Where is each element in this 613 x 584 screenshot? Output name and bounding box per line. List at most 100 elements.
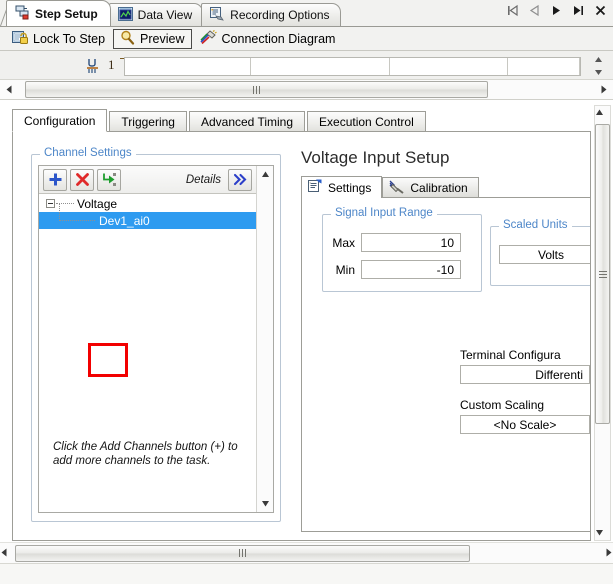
connection-diagram-button[interactable]: Connection Diagram — [194, 29, 342, 49]
thumb-grip-icon — [239, 549, 246, 557]
channel-settings-label: Channel Settings — [40, 147, 136, 159]
min-field-row: Min -10 — [329, 260, 461, 279]
lock-to-step-button[interactable]: Lock To Step — [6, 29, 111, 49]
step-spinner[interactable] — [592, 55, 606, 77]
tree-row-dev1-ai0[interactable]: Dev1_ai0 — [39, 203, 256, 229]
remove-channel-button[interactable] — [70, 168, 94, 191]
content-hscroll-thumb[interactable] — [15, 544, 470, 562]
max-label: Max — [332, 235, 355, 250]
calibration-icon — [389, 180, 405, 197]
expand-details-button[interactable] — [228, 168, 252, 191]
thumb-grip-icon — [253, 85, 260, 94]
last-step-button[interactable] — [572, 4, 585, 18]
tab-data-view-label: Data View — [137, 8, 193, 22]
spinner-up-icon — [595, 57, 602, 62]
signal-input-range-label: Signal Input Range — [331, 207, 437, 219]
step-cells-row[interactable] — [124, 57, 581, 76]
step-index-strip: 1 — [0, 51, 613, 80]
tree-row-voltage[interactable]: Voltage — [39, 195, 256, 212]
channel-list-inner: Details Voltage Dev1_ai0 Click the Add C… — [39, 166, 256, 512]
connection-diagram-icon — [199, 29, 217, 48]
step-index-value: 1 — [108, 57, 115, 72]
custom-scaling-label: Custom Scaling — [460, 398, 545, 412]
tab-calibration-label: Calibration — [410, 181, 468, 195]
preview-label: Preview — [140, 31, 185, 46]
main-tab-strip: Step Setup Data View Recording Options — [0, 0, 613, 27]
magnifier-icon — [120, 30, 135, 48]
x-icon — [75, 173, 89, 186]
max-field-row: Max 10 — [329, 233, 461, 252]
scaled-units-group: Scaled Units Volts — [490, 219, 590, 286]
custom-scaling-select[interactable]: <No Scale> — [460, 415, 590, 434]
window-status-strip — [0, 563, 613, 584]
content-vertical-scrollbar[interactable] — [594, 105, 611, 541]
tab-settings[interactable]: Settings — [301, 176, 383, 198]
add-channels-hint: Click the Add Channels button (+) to add… — [53, 441, 238, 467]
tab-step-setup[interactable]: Step Setup — [6, 0, 111, 26]
channel-toolbar: Details — [39, 166, 256, 194]
min-input[interactable]: -10 — [361, 260, 461, 279]
signal-input-range-group: Signal Input Range Max 10 Min -10 — [322, 207, 482, 292]
configuration-page: Channel Settings Details Voltage Dev1_ai… — [12, 131, 591, 541]
content-scroll-thumb[interactable] — [595, 124, 610, 424]
channel-scroll-track[interactable] — [257, 183, 273, 495]
scroll-track[interactable] — [19, 81, 594, 98]
content-scroll-right-arrow[interactable] — [604, 546, 613, 560]
next-step-button[interactable] — [550, 4, 563, 18]
tab-recording-options[interactable]: Recording Options — [201, 3, 341, 26]
channel-scroll-up-arrow[interactable] — [257, 166, 273, 183]
tab-calibration[interactable]: Calibration — [382, 177, 479, 198]
tab-settings-label: Settings — [328, 180, 372, 195]
tab-execution-control[interactable]: Execution Control — [307, 111, 426, 132]
step-setup-icon — [15, 5, 30, 23]
lock-icon — [12, 30, 28, 48]
tree-collapse-toggle[interactable] — [46, 199, 55, 208]
scroll-left-arrow[interactable] — [0, 81, 19, 98]
previous-step-button[interactable] — [528, 4, 541, 18]
settings-tab-strip: Settings Calibration — [301, 176, 590, 198]
content-horizontal-scrollbar[interactable] — [0, 542, 613, 563]
connection-diagram-label: Connection Diagram — [221, 31, 336, 46]
change-physical-channel-button[interactable] — [97, 168, 121, 191]
tab-data-view[interactable]: Data View — [108, 3, 204, 26]
custom-scaling-block: Custom Scaling <No Scale> — [460, 398, 590, 434]
double-chevron-right-icon — [233, 173, 246, 186]
scroll-thumb[interactable] — [25, 81, 488, 98]
tree-row-dev1-ai0-label: Dev1_ai0 — [99, 213, 150, 228]
plus-icon — [49, 173, 61, 186]
add-channel-button[interactable] — [43, 168, 67, 191]
close-button[interactable] — [594, 4, 607, 18]
main-content-area: Configuration Triggering Advanced Timing… — [0, 99, 613, 563]
min-label: Min — [335, 262, 355, 277]
preview-button[interactable]: Preview — [113, 28, 192, 49]
tab-triggering[interactable]: Triggering — [109, 111, 187, 132]
scaled-units-select[interactable]: Volts — [499, 245, 590, 264]
tab-recording-options-label: Recording Options — [230, 8, 330, 22]
tab-step-setup-label: Step Setup — [35, 6, 98, 21]
secondary-toolbar: Lock To Step Preview Connection Diagram — [0, 27, 613, 51]
content-scroll-left-arrow[interactable] — [0, 546, 9, 560]
settings-icon — [308, 179, 323, 196]
first-step-button[interactable] — [506, 4, 519, 18]
tab-advanced-timing[interactable]: Advanced Timing — [188, 111, 306, 132]
channel-scroll-down-arrow[interactable] — [257, 495, 273, 512]
thumb-grip-icon — [598, 270, 607, 278]
top-horizontal-scrollbar[interactable] — [0, 80, 613, 99]
content-hscroll-track[interactable] — [9, 544, 604, 562]
numeric-control-icon — [86, 58, 100, 74]
terminal-configuration-select[interactable]: Differenti — [460, 365, 590, 384]
content-scroll-up-arrow[interactable] — [595, 106, 610, 120]
tree-row-voltage-label: Voltage — [77, 196, 118, 211]
content-scroll-down-arrow[interactable] — [595, 526, 610, 540]
channel-tree[interactable]: Voltage Dev1_ai0 Click the Add Channels … — [39, 195, 256, 512]
tab-configuration[interactable]: Configuration — [12, 109, 108, 132]
max-input[interactable]: 10 — [361, 233, 461, 252]
voltage-input-setup-panel: Voltage Input Setup Settings Calibration… — [289, 140, 590, 540]
content-scroll-track[interactable] — [595, 120, 610, 526]
scroll-right-arrow[interactable] — [594, 81, 613, 98]
lock-to-step-label: Lock To Step — [33, 31, 106, 46]
application-window: Step Setup Data View Recording Options L… — [0, 0, 613, 584]
channel-list-box: Details Voltage Dev1_ai0 Click the Add C… — [38, 165, 274, 513]
channel-list-vertical-scrollbar[interactable] — [256, 166, 273, 512]
green-arrow-icon — [102, 173, 116, 186]
